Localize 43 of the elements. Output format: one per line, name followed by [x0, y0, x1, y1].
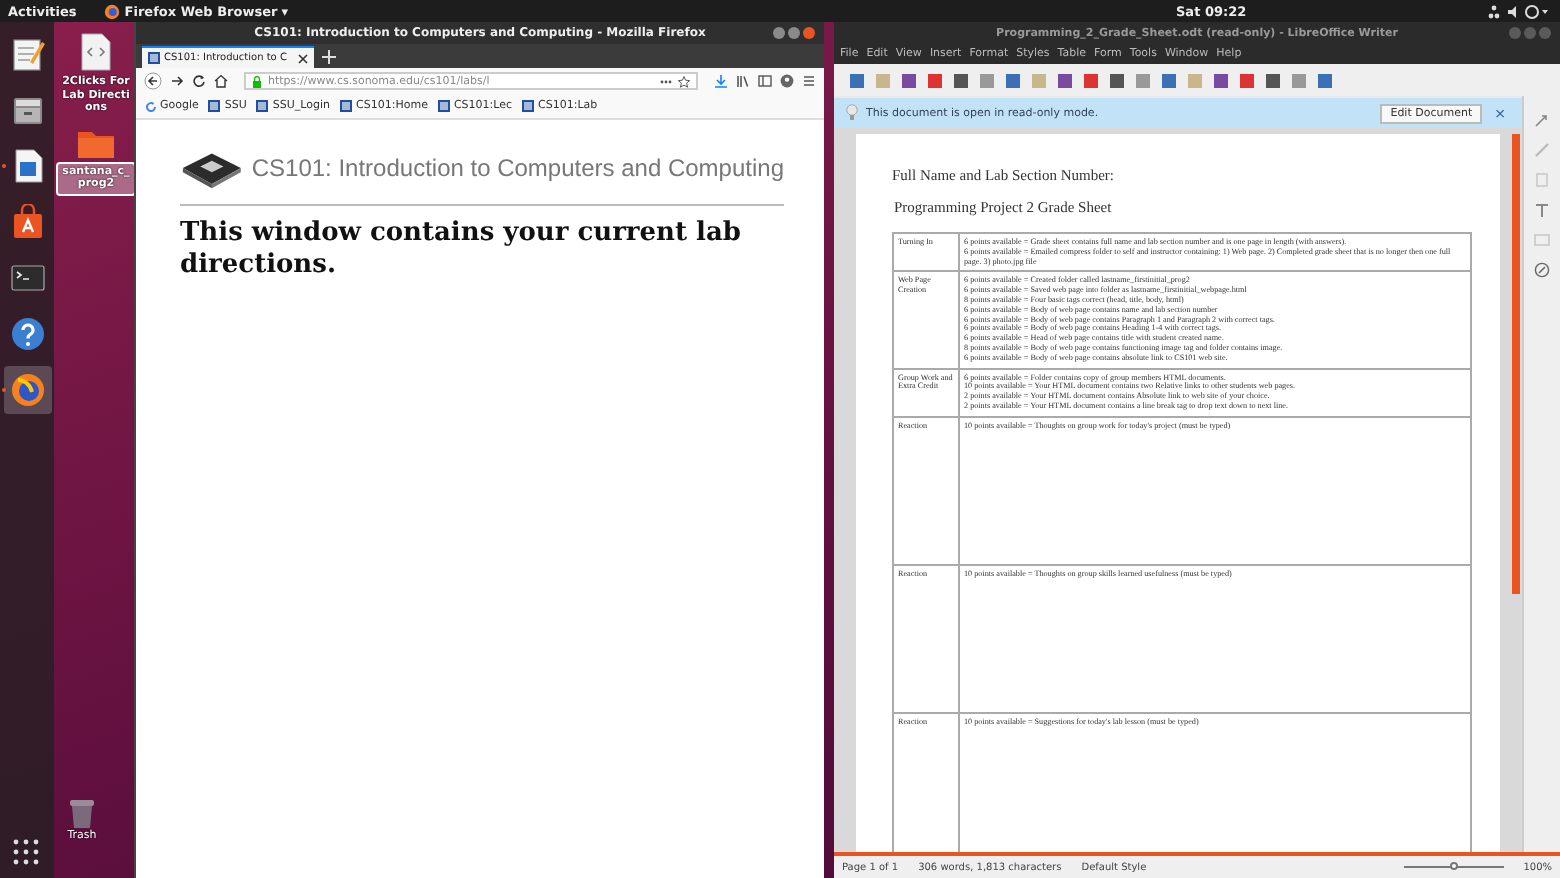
firefox-icon [9, 372, 45, 408]
folder-icon[interactable] [76, 127, 116, 159]
new-tab-icon[interactable] [322, 50, 336, 64]
site-icon [437, 100, 450, 112]
html-file-icon[interactable] [80, 32, 112, 72]
account-icon[interactable] [780, 74, 794, 88]
lock-icon [252, 75, 262, 87]
site-icon [208, 100, 221, 112]
trash-icon[interactable] [68, 798, 96, 830]
terminal-icon [9, 260, 45, 296]
dock-item[interactable] [3, 366, 51, 414]
navigator-icon[interactable] [1534, 262, 1550, 278]
reload-icon[interactable] [192, 74, 206, 88]
site-icon [148, 52, 160, 64]
download-icon[interactable] [714, 74, 728, 88]
site-icon [522, 100, 535, 112]
back-icon[interactable] [144, 72, 162, 90]
close-icon[interactable] [298, 53, 308, 63]
site-title: CS101: Introduction to Computers and Computing [251, 154, 784, 182]
document-icon [9, 148, 45, 184]
scrollbar-thumb[interactable] [1512, 134, 1520, 594]
sidebar-icon[interactable] [758, 74, 772, 88]
star-icon[interactable] [678, 75, 690, 87]
shopping-bag-icon [9, 204, 45, 240]
menu-icon[interactable] [802, 74, 816, 88]
window-controls-icon[interactable] [772, 26, 816, 40]
app-grid-icon[interactable] [12, 838, 40, 866]
home-icon[interactable] [214, 74, 228, 88]
lightbulb-icon [846, 104, 858, 122]
forward-icon[interactable] [170, 74, 184, 88]
help-icon [9, 316, 45, 352]
notepad-icon [9, 36, 45, 72]
file-cabinet-icon [9, 92, 45, 128]
site-icon [256, 100, 269, 112]
text-icon[interactable] [1534, 202, 1550, 218]
page-heading: This window contains your current lab directions. [180, 218, 743, 282]
google-icon [146, 101, 156, 111]
properties-icon[interactable] [1534, 112, 1550, 128]
library-icon[interactable] [736, 74, 750, 88]
system-tray-icon[interactable] [1488, 3, 1548, 19]
site-icon [340, 100, 353, 112]
zoom-slider-thumb[interactable] [1449, 862, 1458, 870]
firefox-icon [104, 3, 121, 19]
